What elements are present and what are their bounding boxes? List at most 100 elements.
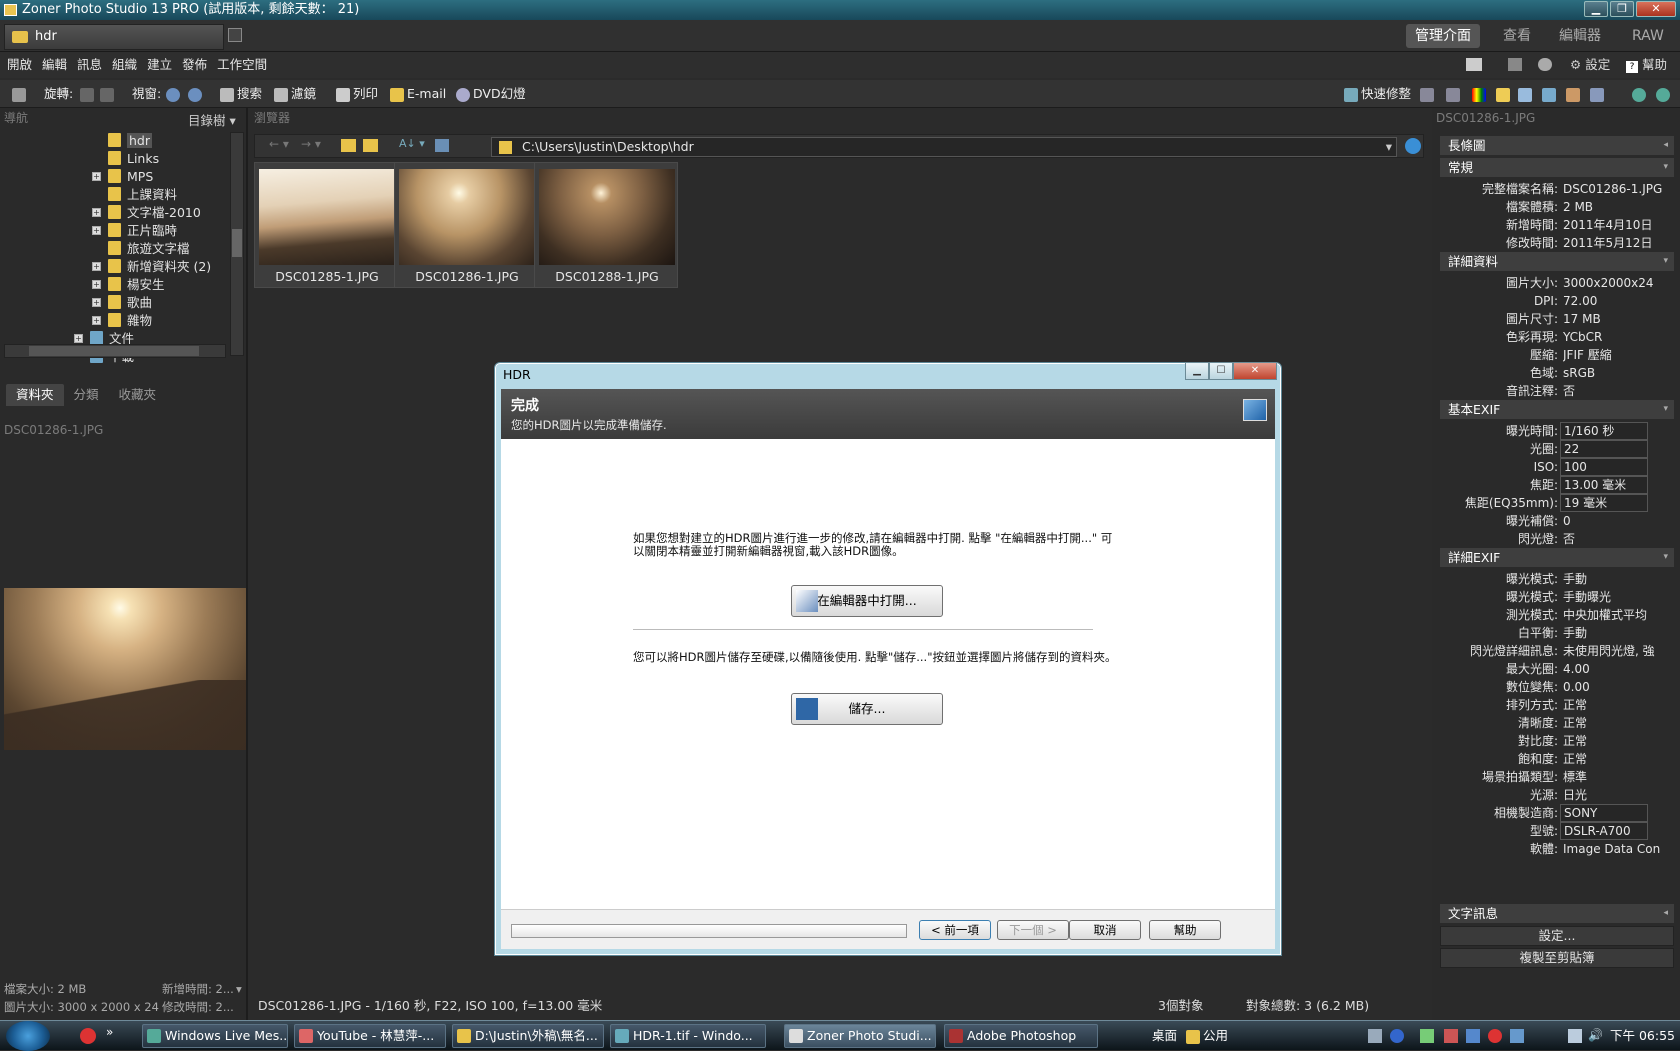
document-tab[interactable]: hdr xyxy=(4,24,224,50)
mode-viewer[interactable]: 查看 xyxy=(1494,24,1540,48)
camera-icon[interactable] xyxy=(12,80,29,108)
tree-item-hdr[interactable]: hdr xyxy=(108,132,152,150)
thumbnail[interactable]: DSC01285-1.JPG xyxy=(254,162,398,288)
public-folder[interactable]: 公用 xyxy=(1186,1021,1228,1051)
tree-item[interactable]: 上課資料 xyxy=(108,186,177,204)
view-icon-2[interactable] xyxy=(188,80,205,108)
dialog-minimize-button[interactable]: ▁ xyxy=(1185,362,1209,380)
clock[interactable]: 下午 06:55 xyxy=(1610,1021,1675,1051)
close-button[interactable]: ✕ xyxy=(1636,1,1676,17)
exif-field[interactable]: DSLR-A700 xyxy=(1560,822,1648,840)
print-button[interactable]: 列印 xyxy=(336,80,378,108)
path-field[interactable]: C:\Users\Justin\Desktop\hdr ▾ xyxy=(491,137,1397,157)
section-text-info[interactable]: 文字訊息 ◂ xyxy=(1440,904,1674,923)
expand-icon[interactable]: + xyxy=(92,298,101,307)
exif-field[interactable]: 22 xyxy=(1560,440,1648,458)
tab-categories[interactable]: 分類 xyxy=(64,384,109,406)
folder-up-icon[interactable] xyxy=(341,139,356,152)
image-icon[interactable] xyxy=(1542,80,1559,108)
next-button[interactable]: 下一個 > xyxy=(997,920,1069,940)
zoom-out-icon[interactable] xyxy=(1656,80,1673,108)
network-icon[interactable] xyxy=(1568,1029,1582,1043)
restore-button[interactable]: ❐ xyxy=(1610,1,1634,17)
tray-icon[interactable] xyxy=(1444,1029,1458,1043)
email-button[interactable]: E-mail xyxy=(390,80,446,108)
sharpen-icon[interactable] xyxy=(1518,80,1535,108)
quick-launch-icon[interactable] xyxy=(80,1028,96,1044)
menu-publish[interactable]: 發佈 xyxy=(175,52,207,78)
section-general[interactable]: 常規 ▾ xyxy=(1440,158,1674,177)
task-hdr-viewer[interactable]: HDR-1.tif - Windo... xyxy=(610,1024,766,1048)
tree-mode-select[interactable]: 目錄樹 ▾ xyxy=(188,110,236,129)
brightness-icon[interactable] xyxy=(1496,80,1513,108)
menu-create[interactable]: 建立 xyxy=(140,52,172,78)
folder-menu-icon[interactable] xyxy=(363,139,378,152)
expand-icon[interactable]: + xyxy=(92,208,101,217)
expand-icon[interactable]: + xyxy=(74,334,83,343)
tab-folders[interactable]: 資料夾 xyxy=(6,384,64,406)
keyboard-icon[interactable] xyxy=(1368,1029,1382,1043)
task-photoshop[interactable]: Adobe Photoshop xyxy=(944,1024,1098,1048)
exif-field[interactable]: 100 xyxy=(1560,458,1648,476)
effects-icon[interactable] xyxy=(1566,80,1583,108)
menu-edit[interactable]: 編輯 xyxy=(35,52,67,78)
open-in-editor-button[interactable]: 在編輯器中打開... xyxy=(791,585,943,617)
adjust-icon-2[interactable] xyxy=(1446,80,1463,108)
help-tray-icon[interactable] xyxy=(1390,1029,1404,1043)
task-youtube[interactable]: YouTube - 林慧萍-... xyxy=(294,1024,446,1048)
exif-field[interactable]: 13.00 毫米 xyxy=(1560,476,1648,494)
tree-horizontal-scrollbar[interactable] xyxy=(4,344,226,358)
tree-item[interactable]: Links xyxy=(108,150,159,168)
export-icon[interactable] xyxy=(1590,80,1607,108)
exif-field[interactable]: 1/160 秒 xyxy=(1560,422,1648,440)
monitor-icon[interactable] xyxy=(1508,58,1522,71)
search-button[interactable]: 搜索 xyxy=(220,80,262,108)
exif-field[interactable]: SONY xyxy=(1560,804,1648,822)
expand-icon[interactable]: + xyxy=(92,226,101,235)
thumbnail[interactable]: DSC01288-1.JPG xyxy=(534,162,678,288)
dialog-close-button[interactable]: ✕ xyxy=(1233,362,1277,380)
expand-icon[interactable]: + xyxy=(92,172,101,181)
forward-icon[interactable]: → ▾ xyxy=(301,137,321,151)
tree-item[interactable]: + 文字檔-2010 xyxy=(92,204,201,222)
tray-icon[interactable] xyxy=(1420,1029,1434,1043)
filter-button[interactable]: 濾鏡 xyxy=(274,80,316,108)
expand-icon[interactable]: + xyxy=(92,262,101,271)
quick-fix-button[interactable]: 快速修整 xyxy=(1344,80,1411,108)
sort-icon[interactable]: A↓ ▾ xyxy=(399,137,425,150)
section-detail-exif[interactable]: 詳細EXIF ▾ xyxy=(1440,548,1674,567)
section-details[interactable]: 詳細資料 ▾ xyxy=(1440,252,1674,271)
color-icon[interactable] xyxy=(1472,80,1489,108)
tree-item[interactable]: + 雜物 xyxy=(92,312,152,330)
tree-item[interactable]: 旅遊文字檔 xyxy=(108,240,190,258)
tree-item[interactable]: + 楊安生 xyxy=(92,276,165,294)
section-histogram[interactable]: 長條圖 ◂ xyxy=(1440,136,1674,155)
mode-manager[interactable]: 管理介面 xyxy=(1406,24,1480,48)
rotate-right-icon[interactable] xyxy=(100,80,117,108)
cancel-button[interactable]: 取消 xyxy=(1069,920,1141,940)
minimize-button[interactable]: ▁ xyxy=(1584,1,1608,17)
tree-vertical-scrollbar[interactable] xyxy=(230,132,244,356)
back-icon[interactable]: ← ▾ xyxy=(269,137,289,151)
tray-icon[interactable] xyxy=(1466,1029,1480,1043)
menu-organize[interactable]: 組織 xyxy=(105,52,137,78)
exif-field[interactable]: 19 毫米 xyxy=(1560,494,1648,512)
task-messenger[interactable]: Windows Live Mes... xyxy=(142,1024,288,1048)
expand-icon[interactable]: + xyxy=(92,280,101,289)
thumbnail[interactable]: DSC01286-1.JPG xyxy=(394,162,538,288)
start-button[interactable] xyxy=(6,1021,50,1051)
dialog-maximize-button[interactable]: ☐ xyxy=(1209,362,1233,380)
help-menu[interactable]: ? 幫助 xyxy=(1626,52,1667,78)
tray-icon[interactable] xyxy=(1510,1029,1524,1043)
scroll-thumb[interactable] xyxy=(29,346,199,356)
view-icon-1[interactable] xyxy=(166,80,183,108)
rotate-left-icon[interactable] xyxy=(80,80,97,108)
menu-open[interactable]: 開啟 xyxy=(0,52,32,78)
tray-icon[interactable] xyxy=(1488,1029,1502,1043)
volume-icon[interactable]: 🔊 xyxy=(1588,1028,1603,1042)
desktop-toolbar[interactable]: 桌面 xyxy=(1152,1021,1177,1051)
refresh-icon[interactable] xyxy=(1405,138,1421,154)
display-icon[interactable] xyxy=(1466,58,1482,71)
expand-icon[interactable]: + xyxy=(92,316,101,325)
zoom-in-icon[interactable] xyxy=(1632,80,1649,108)
